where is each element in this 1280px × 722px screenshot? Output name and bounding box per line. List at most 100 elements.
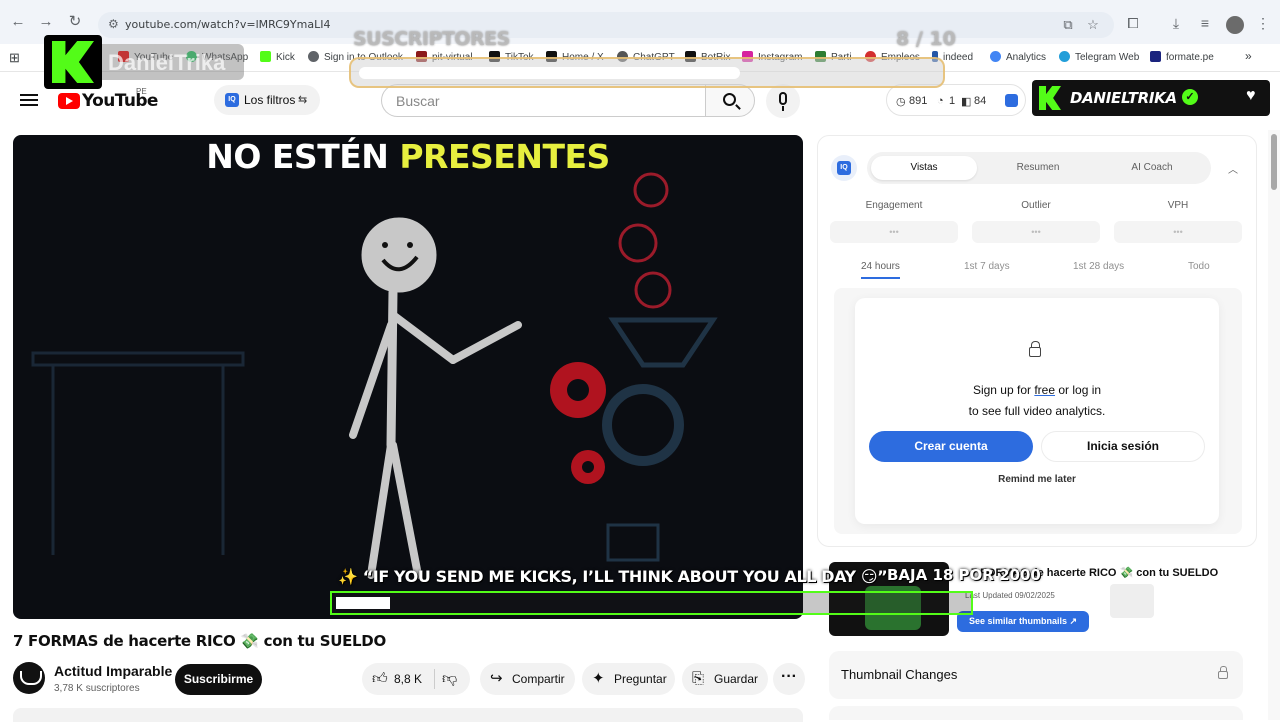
reload-icon[interactable]: ↻ [67,14,83,30]
create-account-button[interactable]: Crear cuenta [869,431,1033,462]
tab-resumen[interactable]: Resumen [985,156,1091,180]
subscribe-button[interactable]: Suscribirme [175,664,262,695]
share-icon: ↪ [490,670,503,687]
scrollbar-thumb[interactable] [1271,134,1277,190]
address-bar[interactable]: ⚙ youtube.com/watch?v=lMRC9YmaLI4 ⧉ ☆ [98,12,1114,38]
filters-label: Los filtros [244,93,296,107]
verified-badge-icon: ✓ [1182,89,1198,105]
remind-later-link[interactable]: Remind me later [855,474,1219,485]
vidiq-stats-pill[interactable]: ◷ 891 ◔ 1 ◧ 84 [886,84,1026,116]
lock-icon [1029,341,1041,357]
metric-engagement-label: Engagement [865,200,923,211]
comments-icon: ◧ [961,96,972,108]
comments-count: 84 [974,95,987,107]
thumbnail-changes-row[interactable]: Thumbnail Changes [829,651,1243,699]
bookmarks-overflow-icon[interactable]: » [1245,49,1252,63]
range-todo[interactable]: Todo [1188,261,1210,272]
globe-icon [308,51,319,62]
url-text[interactable]: youtube.com/watch?v=lMRC9YmaLI4 [125,18,330,31]
like-icon[interactable]: 👍︎ [372,663,388,695]
search-icon [723,93,736,106]
analytics-tabs: Vistas Resumen AI Coach [867,152,1211,184]
chevron-up-icon[interactable]: ︿ [1228,161,1238,176]
forward-icon[interactable]: → [38,14,54,30]
next-panel-section [829,706,1243,720]
kick-icon [1039,86,1061,110]
channel-name[interactable]: Actitud Imparable [54,663,172,679]
iq-icon: IQ [225,93,239,107]
metric-engagement-value: ••• [830,221,958,243]
like-count[interactable]: 8,8 K [394,663,422,695]
bookmark-formate[interactable]: formate.pe [1150,51,1214,63]
country-code: PE [136,87,147,96]
share-button[interactable]: ↪ Compartir [480,663,575,695]
heart-icon: ♥ [1246,87,1256,104]
kick-icon [260,51,271,62]
dislike-icon[interactable]: 👎︎ [442,663,457,695]
metric-outlier-label: Outlier [1021,200,1051,211]
channel-subscriber-count: 3,78 K suscriptores [54,683,140,694]
browser-toolbar: ← → ↻ ⚙ youtube.com/watch?v=lMRC9YmaLI4 … [0,0,1280,44]
channel-avatar[interactable] [13,662,45,694]
range-24-hours[interactable]: 24 hours [861,261,900,279]
free-link[interactable]: free [1034,383,1055,397]
bookmark-star-icon[interactable]: ☆ [1085,17,1101,33]
tab-vistas[interactable]: Vistas [871,156,977,180]
media-icon[interactable]: ≡ [1197,15,1213,31]
iq-icon [1005,94,1018,107]
streamer-tag: DANIELTRIKA ✓ ♥ [1032,80,1270,116]
search-input[interactable]: Buscar [381,84,705,117]
kick-logo-icon [44,35,102,89]
filters-button[interactable]: IQ Los filtros ⇆ [214,85,320,115]
video-player[interactable]: NO ESTÉN PRESENTES [13,135,803,619]
streamer-name: DANIELTRIKA [1070,89,1177,107]
stream-alert-box [330,591,973,615]
youtube-logo[interactable]: YouTube PE [58,87,158,111]
likes-count: 1 [949,95,956,107]
bookmark-analytics[interactable]: Analytics [990,51,1046,63]
login-button[interactable]: Inicia sesión [1041,431,1205,462]
goal-count: 8 / 10 [896,28,956,50]
similar-thumbnails-button[interactable]: See similar thumbnails ↗ [957,611,1089,632]
save-button[interactable]: ⎘ Guardar [682,663,768,695]
bookmark-telegram[interactable]: Telegram Web [1059,51,1139,63]
metric-vph-value: ••• [1114,221,1242,243]
gate-submessage: to see full video analytics. [968,404,1106,418]
download-icon[interactable]: ⤓ [1168,15,1184,31]
stream-watermark: DanielTrika [102,44,244,80]
cast-icon[interactable]: ⧉ [1060,17,1076,33]
metric-outlier-value: ••• [972,221,1100,243]
thumbnail-placeholder [1110,584,1154,618]
iq-logo: IQ [831,155,857,181]
gate-message: Sign up for free or log in [972,383,1102,397]
microphone-icon [779,92,787,105]
range-first-28-days[interactable]: 1st 28 days [1073,261,1124,272]
thumbnail-overlay-text: BAJA 18 POR 2000 [887,566,1041,584]
youtube-play-icon [58,93,80,109]
hamburger-menu-icon[interactable] [20,91,38,109]
apps-grid-icon[interactable]: ⊞ [9,50,20,66]
goal-progress-fill [359,67,740,79]
site-settings-icon[interactable]: ⚙ [108,17,122,31]
stream-alert-text: ✨ “IF YOU SEND ME KICKS, I’LL THINK ABOU… [338,567,888,586]
back-icon[interactable]: ← [10,14,26,30]
extensions-icon[interactable]: ⧠ [1125,15,1141,31]
bookmark-kick[interactable]: Kick [260,51,295,63]
sparkle-icon: ✦ [592,670,605,687]
tab-ai-coach[interactable]: AI Coach [1099,156,1205,180]
search-button[interactable] [705,84,755,117]
voice-search-button[interactable] [766,84,800,118]
views-count: 891 [909,95,928,107]
tune-icon: ⇆ [298,94,308,106]
menu-dots-icon[interactable]: ⋮ [1255,15,1271,31]
profile-avatar[interactable] [1226,16,1244,34]
more-actions-icon[interactable]: ··· [773,663,805,695]
ask-button[interactable]: ✦ Preguntar [582,663,675,695]
formate-icon [1150,51,1161,62]
analytics-icon [990,51,1001,62]
metric-vph-label: VPH [1167,200,1189,211]
page-scrollbar[interactable] [1268,130,1280,720]
range-first-7-days[interactable]: 1st 7 days [964,261,1010,272]
lock-icon [1218,666,1228,679]
likes-icon: ◔ [937,95,944,107]
